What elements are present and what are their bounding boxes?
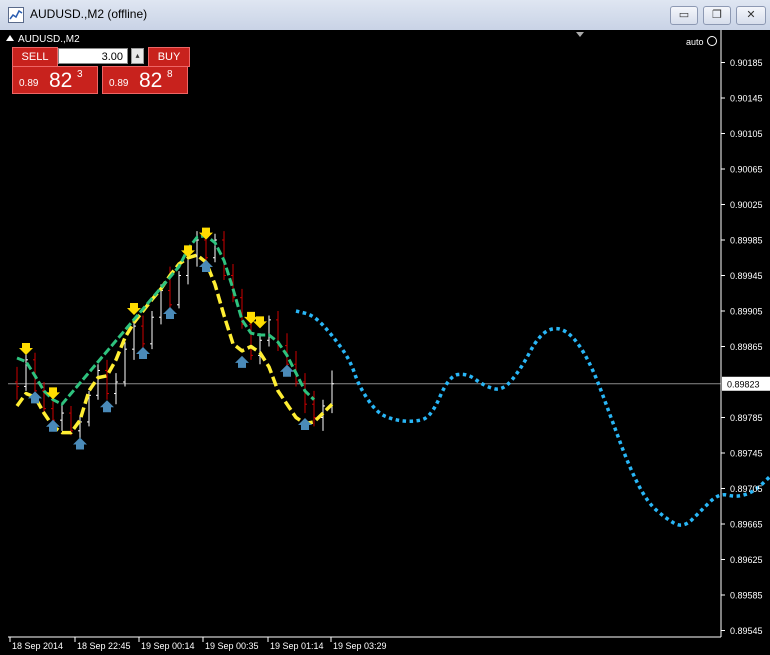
- sell-signal-arrow-icon: [199, 227, 213, 240]
- lot-increase-button[interactable]: ▴: [131, 48, 144, 64]
- buy-price-pips: 82: [139, 69, 163, 92]
- sell-price-fraction: 3: [77, 69, 83, 80]
- sell-price-prefix: 0.89: [19, 78, 39, 89]
- price-tick-label: 0.89545: [730, 626, 763, 636]
- time-tick-label: 19 Sep 00:14: [141, 641, 195, 651]
- time-tick-label: 19 Sep 01:14: [270, 641, 324, 651]
- price-tick-label: 0.89905: [730, 307, 763, 317]
- buy-button[interactable]: BUY: [148, 47, 190, 67]
- buy-price-button[interactable]: 0.89 82 8: [102, 66, 188, 94]
- price-tick-label: 0.90145: [730, 94, 763, 104]
- sell-price-pips: 82: [49, 69, 73, 92]
- buy-signal-arrow-icon: [100, 400, 114, 413]
- buy-price-prefix: 0.89: [109, 78, 129, 89]
- buy-signal-arrow-icon: [235, 355, 249, 368]
- price-tick-label: 0.89665: [730, 520, 763, 530]
- price-tick-label: 0.89705: [730, 484, 763, 494]
- sell-signal-arrow-icon: [127, 303, 141, 315]
- time-tick-label: 18 Sep 22:45: [77, 641, 131, 651]
- buy-price-fraction: 8: [167, 69, 173, 80]
- buy-signal-arrow-icon: [163, 307, 177, 319]
- price-tick-label: 0.89585: [730, 591, 763, 601]
- buy-signal-arrow-icon: [136, 346, 150, 359]
- smiley-icon[interactable]: [707, 36, 717, 46]
- sell-price-button[interactable]: 0.89 82 3: [12, 66, 98, 94]
- forecast-path: [295, 309, 770, 527]
- time-tick-label: 19 Sep 00:35: [205, 641, 259, 651]
- sell-button[interactable]: SELL: [12, 47, 58, 67]
- chart-symbol-label: AUDUSD.,M2: [18, 34, 80, 45]
- price-tick-label: 0.90025: [730, 200, 763, 210]
- price-tick-label: 0.90105: [730, 129, 763, 139]
- current-price-label: 0.89823: [727, 379, 760, 389]
- price-tick-label: 0.89985: [730, 236, 763, 246]
- price-tick-label: 0.90065: [730, 165, 763, 175]
- price-tick-label: 0.89785: [730, 413, 763, 423]
- sell-signal-arrow-icon: [19, 342, 33, 355]
- price-tick-label: 0.90185: [730, 58, 763, 68]
- buy-signal-arrow-icon: [73, 437, 87, 450]
- time-tick-label: 18 Sep 2014: [12, 641, 63, 651]
- lot-size-input[interactable]: 3.00: [58, 48, 128, 64]
- price-chart[interactable]: 0.90185 0.90145 0.90105 0.90065 0.90025 0.899…: [0, 0, 770, 655]
- time-tick-label: 19 Sep 03:29: [333, 641, 387, 651]
- collapse-triangle-icon[interactable]: [6, 35, 14, 41]
- price-tick-label: 0.89945: [730, 271, 763, 281]
- trend-line-lower: [15, 253, 334, 435]
- price-tick-label: 0.89625: [730, 555, 763, 565]
- price-tick-label: 0.89745: [730, 449, 763, 459]
- buy-signal-arrow-icon: [28, 391, 42, 404]
- sell-signal-arrow-icon: [46, 387, 60, 400]
- auto-label: auto: [686, 37, 704, 47]
- shift-marker-icon[interactable]: [576, 32, 584, 37]
- price-tick-label: 0.89865: [730, 342, 763, 352]
